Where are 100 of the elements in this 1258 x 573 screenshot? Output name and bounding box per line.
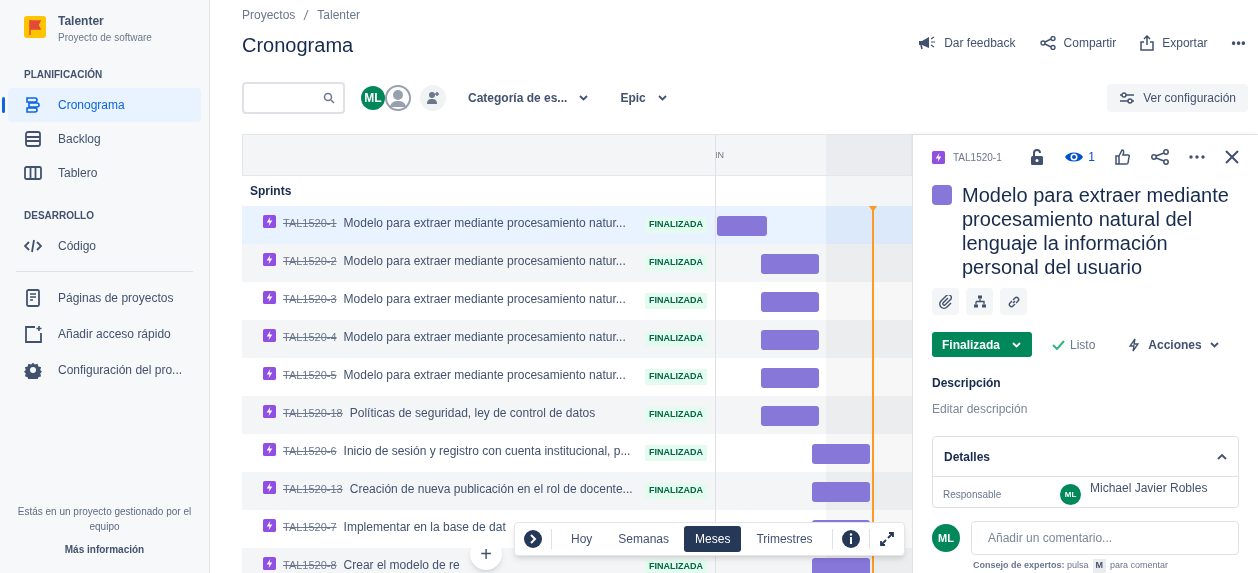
resolution-text: Listo [1070, 336, 1096, 354]
issue-key[interactable]: TAL1520-8 [283, 557, 337, 573]
issue-title[interactable]: Creación de nueva publicación en el rol de docente... [349, 481, 638, 497]
chevron-down-icon [1209, 341, 1219, 348]
epic-icon [263, 329, 276, 342]
epic-icon [263, 443, 276, 456]
assignee-name: Michael Javier Robles [1090, 481, 1208, 495]
epic-icon [263, 519, 276, 532]
search-field[interactable] [242, 82, 345, 114]
issue-key[interactable]: TAL1520-1 [953, 149, 1002, 165]
status-lozenge: FINALIZADA [645, 483, 707, 499]
chevron-down-icon [579, 95, 589, 101]
info-icon[interactable] [840, 529, 861, 549]
link-icon [1006, 294, 1021, 309]
sidebar-item[interactable]: Tablero [8, 156, 201, 190]
details-heading: Detalles [944, 448, 991, 466]
filter-dropdown[interactable]: Categoría de es... [468, 89, 589, 107]
actions-dropdown[interactable]: Acciones [1128, 335, 1219, 354]
month-label: IN [716, 149, 724, 162]
user-avatar[interactable]: ML [359, 84, 387, 112]
view-settings-button[interactable]: Ver configuración [1107, 84, 1248, 112]
issue-title[interactable]: Modelo para extraer mediante procesamiento natur... [343, 367, 638, 383]
zoom-level-tab[interactable]: Hoy [560, 526, 604, 552]
issue-key[interactable]: TAL1520-1 [283, 215, 337, 231]
project-logo-icon [24, 16, 46, 38]
epic-icon [263, 481, 276, 494]
zoom-level-tab[interactable]: Meses [684, 526, 742, 552]
export-icon [1140, 35, 1155, 51]
page-title: Cronograma [242, 33, 355, 58]
chevron-down-icon [657, 95, 667, 101]
description-field[interactable]: Editar descripción [932, 400, 1239, 418]
epic-icon [263, 557, 276, 570]
issue-key[interactable]: TAL1520-6 [283, 443, 337, 459]
status-lozenge: FINALIZADA [645, 559, 707, 573]
issue-key[interactable]: TAL1520-13 [283, 481, 343, 497]
attach-button[interactable] [932, 288, 959, 315]
project-type: Proyecto de software [58, 31, 152, 45]
thumbs-up-icon[interactable] [1115, 149, 1131, 165]
status-lozenge: FINALIZADA [645, 293, 707, 309]
breadcrumb-link[interactable]: Proyectos [242, 6, 296, 24]
epic-icon [263, 405, 276, 418]
status-lozenge: FINALIZADA [645, 445, 707, 461]
epic-icon [263, 367, 276, 380]
sliders-icon [1119, 92, 1136, 104]
header-action-button[interactable]: Dar feedback [918, 34, 1016, 52]
more-icon[interactable] [1189, 155, 1205, 159]
status-lozenge: FINALIZADA [645, 407, 707, 423]
header-action-button[interactable]: Compartir [1039, 34, 1117, 52]
sidebar-link[interactable]: Configuración del pro... [8, 352, 201, 388]
child-issue-button[interactable] [966, 288, 993, 315]
status-dropdown[interactable]: Finalizada [932, 332, 1032, 357]
issue-title[interactable]: Modelo para extraer mediante procesamiento natur... [343, 329, 638, 345]
sidebar-item[interactable]: Código [8, 229, 201, 263]
zoom-level-tab[interactable]: Trimestres [745, 526, 824, 552]
issue-key[interactable]: TAL1520-7 [283, 519, 337, 535]
link-button[interactable] [1000, 288, 1027, 315]
issue-title[interactable]: Inicio de sesión y registro con cuenta institucional, p... [343, 443, 638, 459]
footer-text: Estás en un proyecto gestionado por el equipo [16, 505, 193, 534]
issue-title: Modelo para extraer mediante procesamiento natural del lenguaje la información personal del usuario [962, 183, 1230, 279]
issue-key[interactable]: TAL1520-4 [283, 329, 337, 345]
issue-title[interactable]: Políticas de seguridad, ley de control de datos [349, 405, 638, 421]
sidebar-item[interactable]: Backlog [8, 122, 201, 156]
add-square-icon [24, 325, 42, 343]
slash-icon [303, 9, 310, 21]
issue-key[interactable]: TAL1520-2 [283, 253, 337, 269]
document-icon [24, 289, 42, 307]
comment-field[interactable]: Añadir un comentario... [971, 521, 1239, 555]
share-icon[interactable] [1151, 149, 1169, 165]
selection-indicator [2, 97, 5, 113]
search-icon [323, 92, 335, 104]
section-heading: PLANIFICACIÓN [23, 67, 104, 82]
tip-text: Consejo de expertos: pulsa [973, 559, 1089, 572]
filter-dropdown[interactable]: Epic [620, 89, 667, 107]
person-avatar-icon[interactable] [384, 84, 412, 112]
lightning-icon [1128, 337, 1141, 352]
keyboard-key: M [1092, 559, 1107, 573]
issue-key[interactable]: TAL1520-5 [283, 367, 337, 383]
close-icon[interactable] [1225, 150, 1239, 164]
more-info-link[interactable]: Más información [64, 542, 145, 557]
collapse-chevron-icon[interactable] [1217, 453, 1227, 460]
add-person-icon[interactable] [420, 85, 446, 111]
sidebar-link[interactable]: Páginas de proyectos [8, 280, 201, 316]
sidebar-item[interactable]: Cronograma [8, 88, 201, 122]
issue-title[interactable]: Modelo para extraer mediante procesamiento natur... [343, 253, 638, 269]
breadcrumb-link[interactable]: Talenter [317, 6, 361, 24]
issue-title[interactable]: Modelo para extraer mediante procesamiento natur... [343, 291, 638, 307]
issue-key[interactable]: TAL1520-18 [283, 405, 343, 421]
issue-key[interactable]: TAL1520-3 [283, 291, 337, 307]
eye-icon[interactable] [1064, 150, 1085, 164]
issue-title[interactable]: Modelo para extraer mediante procesamiento natur... [343, 215, 638, 231]
status-lozenge: FINALIZADA [645, 217, 707, 233]
description-label: Descripción [932, 375, 1002, 392]
header-action-button[interactable]: Exportar [1140, 34, 1208, 52]
zoom-level-tab[interactable]: Semanas [607, 526, 681, 552]
fullscreen-icon[interactable] [877, 530, 896, 548]
more-actions-button[interactable]: ••• [1231, 34, 1246, 52]
lock-icon[interactable] [1030, 149, 1045, 165]
sidebar-link[interactable]: Añadir acceso rápido [8, 316, 201, 352]
epic-icon [263, 215, 276, 228]
epic-icon [932, 150, 945, 164]
